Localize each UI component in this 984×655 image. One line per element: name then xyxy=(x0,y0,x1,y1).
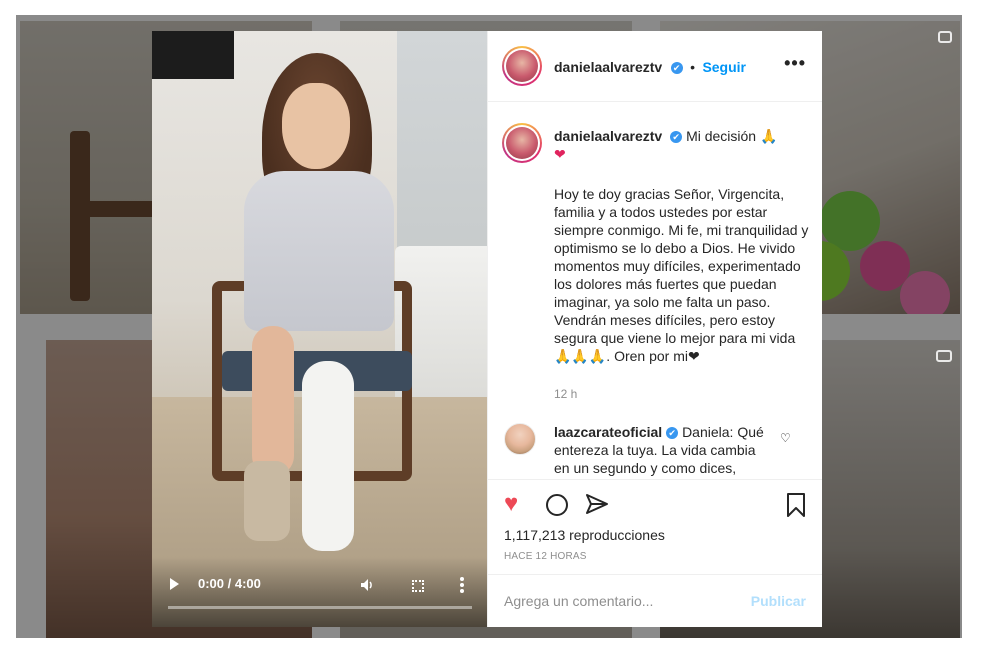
bookmark-icon[interactable] xyxy=(786,492,806,518)
caption-body: Hoy te doy gracias Señor, Virgencita, fa… xyxy=(554,186,813,364)
caption-username[interactable]: danielaalvareztv xyxy=(554,128,662,144)
video-thumbnail-icon xyxy=(936,350,952,362)
separator: • xyxy=(690,59,695,75)
verified-icon: ✔ xyxy=(666,427,679,440)
video-menu-icon[interactable] xyxy=(460,577,464,593)
like-icon[interactable]: ♥ xyxy=(504,492,518,516)
comment-item: laazcarateoficial ✔ Daniela: Qué entereza… xyxy=(554,423,774,477)
more-options-icon[interactable]: ••• xyxy=(784,53,806,74)
post-actions: ♥ 1,117,213 reproducciones HACE 12 HORAS… xyxy=(488,479,822,629)
post-username[interactable]: danielaalvareztv xyxy=(554,59,662,75)
share-icon[interactable] xyxy=(584,492,610,518)
post-age: HACE 12 HORAS xyxy=(504,551,587,562)
verified-icon: ✔ xyxy=(670,131,683,144)
avatar[interactable] xyxy=(502,46,542,86)
comment-input[interactable] xyxy=(504,593,734,609)
comment-like-icon[interactable]: ♡ xyxy=(780,431,792,445)
comment-icon[interactable] xyxy=(546,494,568,516)
follow-button[interactable]: Seguir xyxy=(702,59,746,75)
publish-button[interactable]: Publicar xyxy=(751,593,806,609)
multi-photo-icon xyxy=(938,31,952,43)
caption-area: danielaalvareztv ✔ Mi decisión 🙏 ❤ Hoy te… xyxy=(488,103,822,479)
caption-title: Mi decisión 🙏 xyxy=(686,128,778,144)
post-header: danielaalvareztv ✔ • Seguir ••• xyxy=(488,31,822,102)
fullscreen-icon[interactable] xyxy=(412,580,424,592)
comment-box: Publicar xyxy=(488,574,822,628)
caption-avatar[interactable] xyxy=(502,123,542,163)
video-controls: 0:00 / 4:00 xyxy=(152,557,487,627)
verified-icon: ✔ xyxy=(670,61,683,74)
heart-emoji: ❤ xyxy=(554,146,566,162)
view-count: 1,117,213 reproducciones xyxy=(504,527,665,543)
caption-header: danielaalvareztv ✔ Mi decisión 🙏 ❤ xyxy=(554,127,808,163)
video-time: 0:00 / 4:00 xyxy=(198,576,261,591)
play-icon[interactable] xyxy=(170,578,179,590)
video-player[interactable]: 0:00 / 4:00 xyxy=(152,31,487,627)
volume-icon[interactable] xyxy=(360,578,376,592)
comment-avatar[interactable] xyxy=(504,423,536,455)
video-progress-bar[interactable] xyxy=(168,606,472,609)
caption-timestamp: 12 h xyxy=(554,387,578,401)
post-panel: danielaalvareztv ✔ • Seguir ••• danielaa… xyxy=(487,31,822,627)
comment-username[interactable]: laazcarateoficial xyxy=(554,424,662,440)
